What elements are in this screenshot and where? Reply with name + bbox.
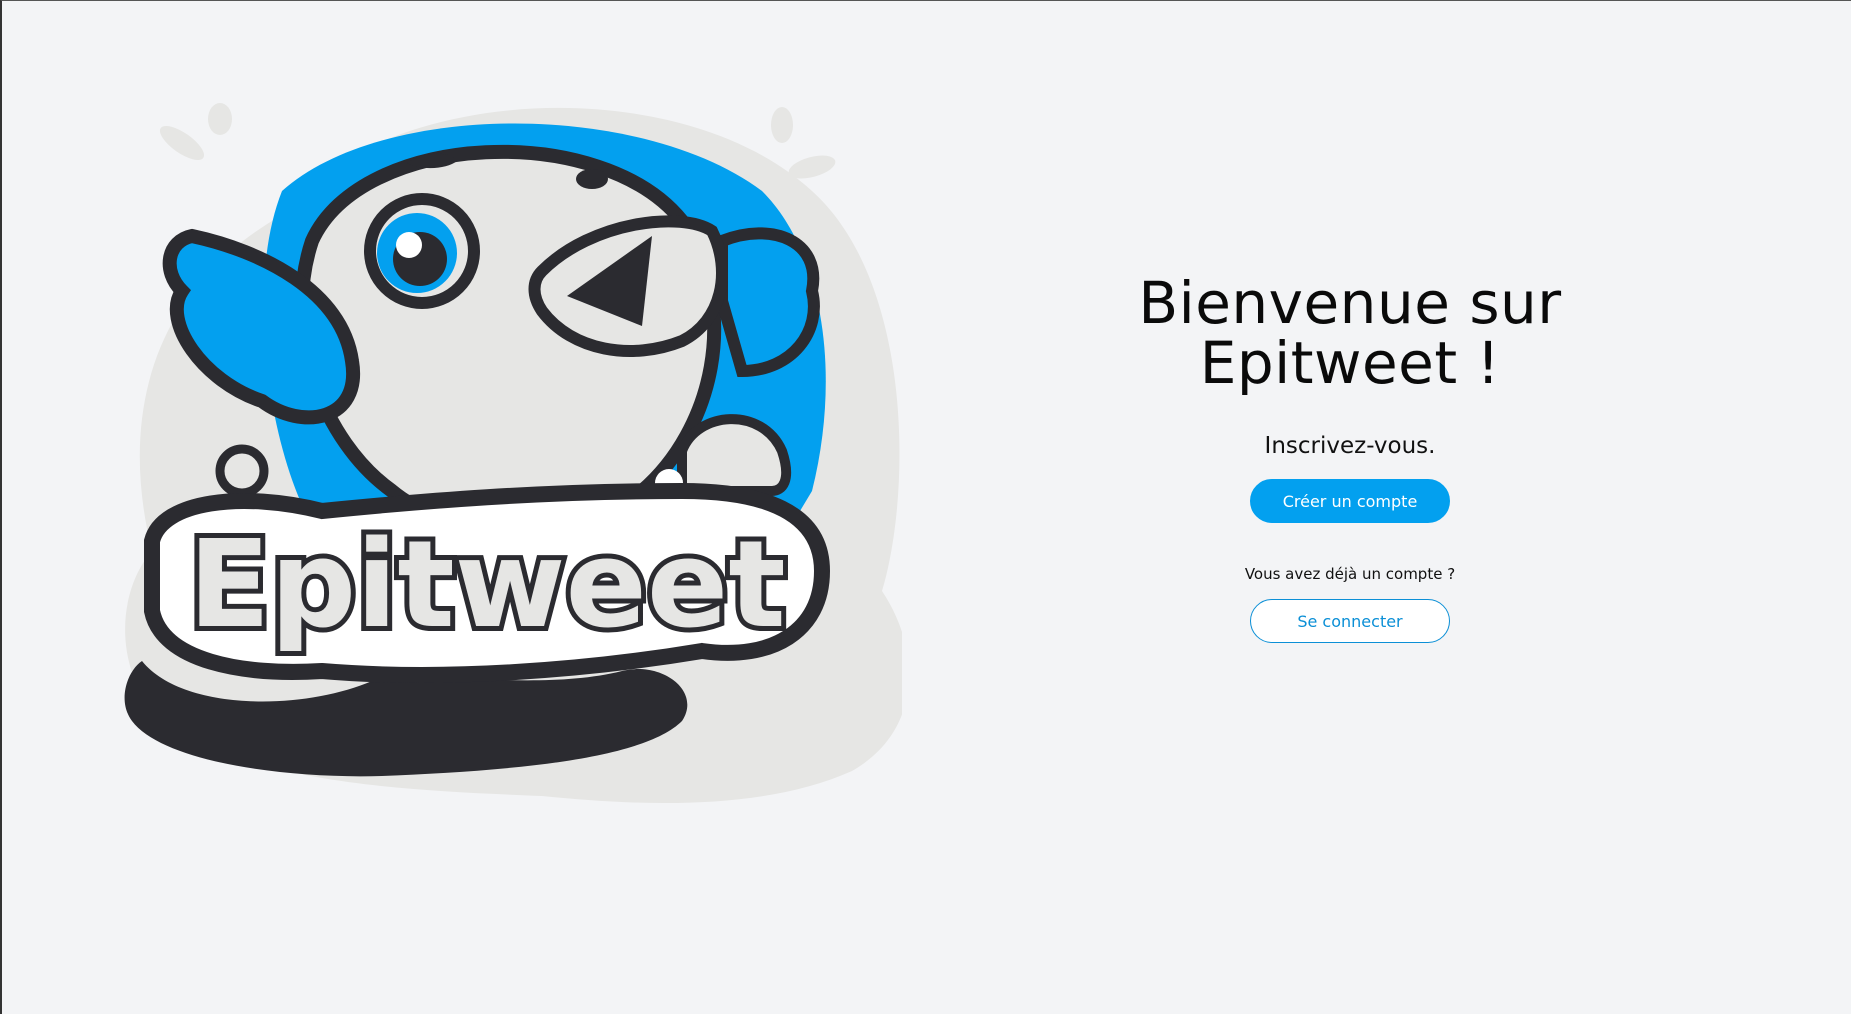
create-account-button[interactable]: Créer un compte bbox=[1250, 479, 1450, 523]
epitweet-logo: Epitweet bbox=[122, 71, 902, 881]
already-account-prompt: Vous avez déjà un compte ? bbox=[1244, 565, 1456, 583]
page-title: Bienvenue sur Epitweet ! bbox=[1138, 273, 1561, 393]
login-button[interactable]: Se connecter bbox=[1250, 599, 1450, 643]
bird-mascot-icon: Epitweet bbox=[124, 103, 902, 804]
welcome-panel: Bienvenue sur Epitweet ! Inscrivez-vous.… bbox=[1100, 273, 1600, 643]
logo-text: Epitweet bbox=[188, 516, 785, 655]
title-line-1: Bienvenue sur bbox=[1138, 269, 1562, 337]
title-line-2: Epitweet ! bbox=[1199, 329, 1501, 397]
signup-prompt: Inscrivez-vous. bbox=[1264, 433, 1436, 459]
